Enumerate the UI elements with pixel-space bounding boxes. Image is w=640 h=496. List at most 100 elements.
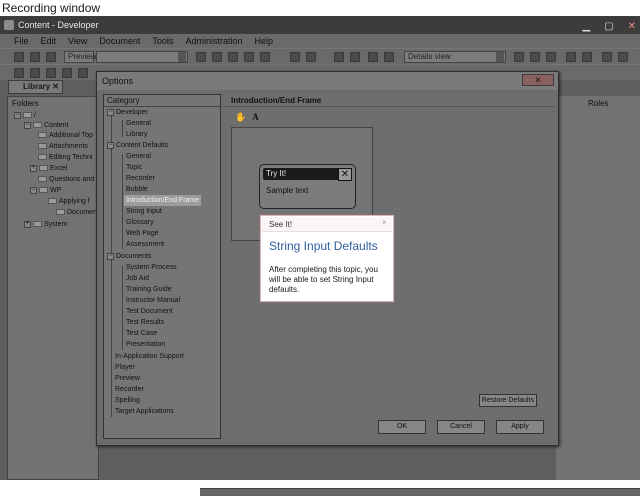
view-combo[interactable]: Details view [404,51,506,63]
link-icon[interactable] [260,52,270,62]
category-cd-glossary[interactable]: Glossary [126,217,154,228]
tree-item[interactable]: Editing Techni [38,153,92,163]
new-glossary-icon[interactable] [78,68,88,78]
new-topic-icon[interactable] [46,68,56,78]
category-doc-test-case[interactable]: Test Case [126,328,157,339]
layout-icon-7[interactable] [618,52,628,62]
menu-document[interactable]: Document [99,34,140,48]
layout-icon-2[interactable] [530,52,540,62]
open-icon[interactable] [14,52,24,62]
tree-item[interactable]: Attachments [38,142,88,152]
category-cd-bubble[interactable]: Bubble [126,184,148,195]
library-tab-label: Library [23,82,51,91]
tree-item[interactable]: − WP [30,186,61,196]
tree-item[interactable]: Applying f [48,197,90,207]
menu-view[interactable]: View [68,34,87,48]
category-recorder[interactable]: Recorder [115,384,144,395]
tree-item-label: Content [44,122,69,129]
category-content-defaults[interactable]: − Content Defaults [107,140,168,151]
category-doc-instructor-manual[interactable]: Instructor Manual [126,295,180,306]
see-it-bubble: See It! × String Input Defaults After co… [260,215,394,302]
tree-item-label: Applying f [59,198,90,205]
save-icon[interactable] [30,52,40,62]
layout-icon-1[interactable] [514,52,524,62]
menu-tools[interactable]: Tools [152,34,173,48]
category-doc-training-guide[interactable]: Training Guide [126,284,172,295]
undo-icon[interactable] [290,52,300,62]
tree-item[interactable]: Documen [56,208,97,218]
close-tab-icon[interactable]: ✕ [52,81,59,93]
restore-defaults-button[interactable]: Restore Defaults [479,394,537,407]
category-label: Documents [116,253,152,260]
preview-button[interactable]: Preview [64,51,96,63]
bubble-header: See It! [262,217,392,232]
bubble-body-text: After completing this topic, you will be… [269,265,378,294]
tree-item[interactable]: Questions and [38,175,94,185]
category-doc-system-process[interactable]: System Process [126,262,177,273]
menu-edit[interactable]: Edit [41,34,57,48]
options-dialog-title: Options [97,72,558,90]
tree-item-label: Editing Techni [49,154,93,161]
library-tab[interactable]: Library ✕ [8,80,63,94]
cancel-button[interactable]: Cancel [437,420,485,434]
menu-file[interactable]: File [14,34,29,48]
cut-icon[interactable] [196,52,206,62]
expand-icon[interactable] [334,52,344,62]
category-developer-library[interactable]: Library [126,129,147,140]
category-doc-test-document[interactable]: Test Document [126,306,173,317]
category-doc-test-results[interactable]: Test Results [126,317,164,328]
category-cd-web-page[interactable]: Web Page [126,228,159,239]
category-cd-assessment[interactable]: Assessment [126,239,164,250]
copy-icon[interactable] [212,52,222,62]
category-preview[interactable]: Preview [115,373,140,384]
category-doc-job-aid[interactable]: Job Aid [126,273,149,284]
new-section-icon[interactable] [30,68,40,78]
category-doc-presentation[interactable]: Presentation [126,339,165,350]
category-developer[interactable]: − Developer [107,107,148,118]
category-cd-general[interactable]: General [126,151,151,162]
menu-administration[interactable]: Administration [185,34,242,48]
category-target-applications[interactable]: Target Applications [115,406,174,417]
category-cd-introduction-end-frame[interactable]: Introduction/End Frame [124,195,202,206]
collapse-icon[interactable] [350,52,360,62]
category-in-application-support[interactable]: In-Application Support [115,351,184,362]
layout-icon-6[interactable] [602,52,612,62]
layout-icon-5[interactable] [582,52,592,62]
color-fill-icon[interactable]: ✋ [235,112,246,123]
category-spelling[interactable]: Spelling [115,395,140,406]
settings-section-title: Introduction/End Frame [231,96,322,105]
find-icon[interactable] [368,52,378,62]
tree-item[interactable]: − Content [24,121,69,131]
ok-button[interactable]: OK [378,420,426,434]
layout-icon-3[interactable] [546,52,556,62]
tree-root[interactable]: − / [14,111,36,121]
apply-button[interactable]: Apply [496,420,544,434]
font-settings-icons: ✋ A [235,112,259,123]
category-documents[interactable]: − Documents [107,251,151,262]
new-module-icon[interactable] [14,68,24,78]
font-icon[interactable]: A [252,112,259,123]
dialog-close-button[interactable]: ✕ [522,74,554,86]
sample-frame-bubble: Try It! ✕ Sample text [259,164,356,209]
toolbar-combo[interactable] [96,51,188,63]
category-cd-string-input[interactable]: String Input [126,206,162,217]
category-cd-recorder[interactable]: Recorder [126,173,155,184]
category-player[interactable]: Player [115,362,135,373]
redo-icon[interactable] [306,52,316,62]
bubble-close-icon[interactable]: × [382,218,387,227]
paste-icon[interactable] [228,52,238,62]
tree-item[interactable]: + System [24,220,67,230]
roles-column-header[interactable]: Roles [588,99,608,108]
horizontal-scrollbar[interactable] [200,488,640,496]
spelling-icon[interactable] [384,52,394,62]
tree-item[interactable]: + Excel [30,164,67,174]
category-cd-topic[interactable]: Topic [126,162,142,173]
layout-icon-4[interactable] [566,52,576,62]
new-package-icon[interactable] [62,68,72,78]
delete-icon[interactable] [244,52,254,62]
tree-item[interactable]: Additional Top [38,131,93,141]
app-titlebar: Content - Developer ▁ ▢ ✕ [0,16,640,34]
menu-help[interactable]: Help [254,34,273,48]
print-icon[interactable] [46,52,56,62]
category-developer-general[interactable]: General [126,118,151,129]
